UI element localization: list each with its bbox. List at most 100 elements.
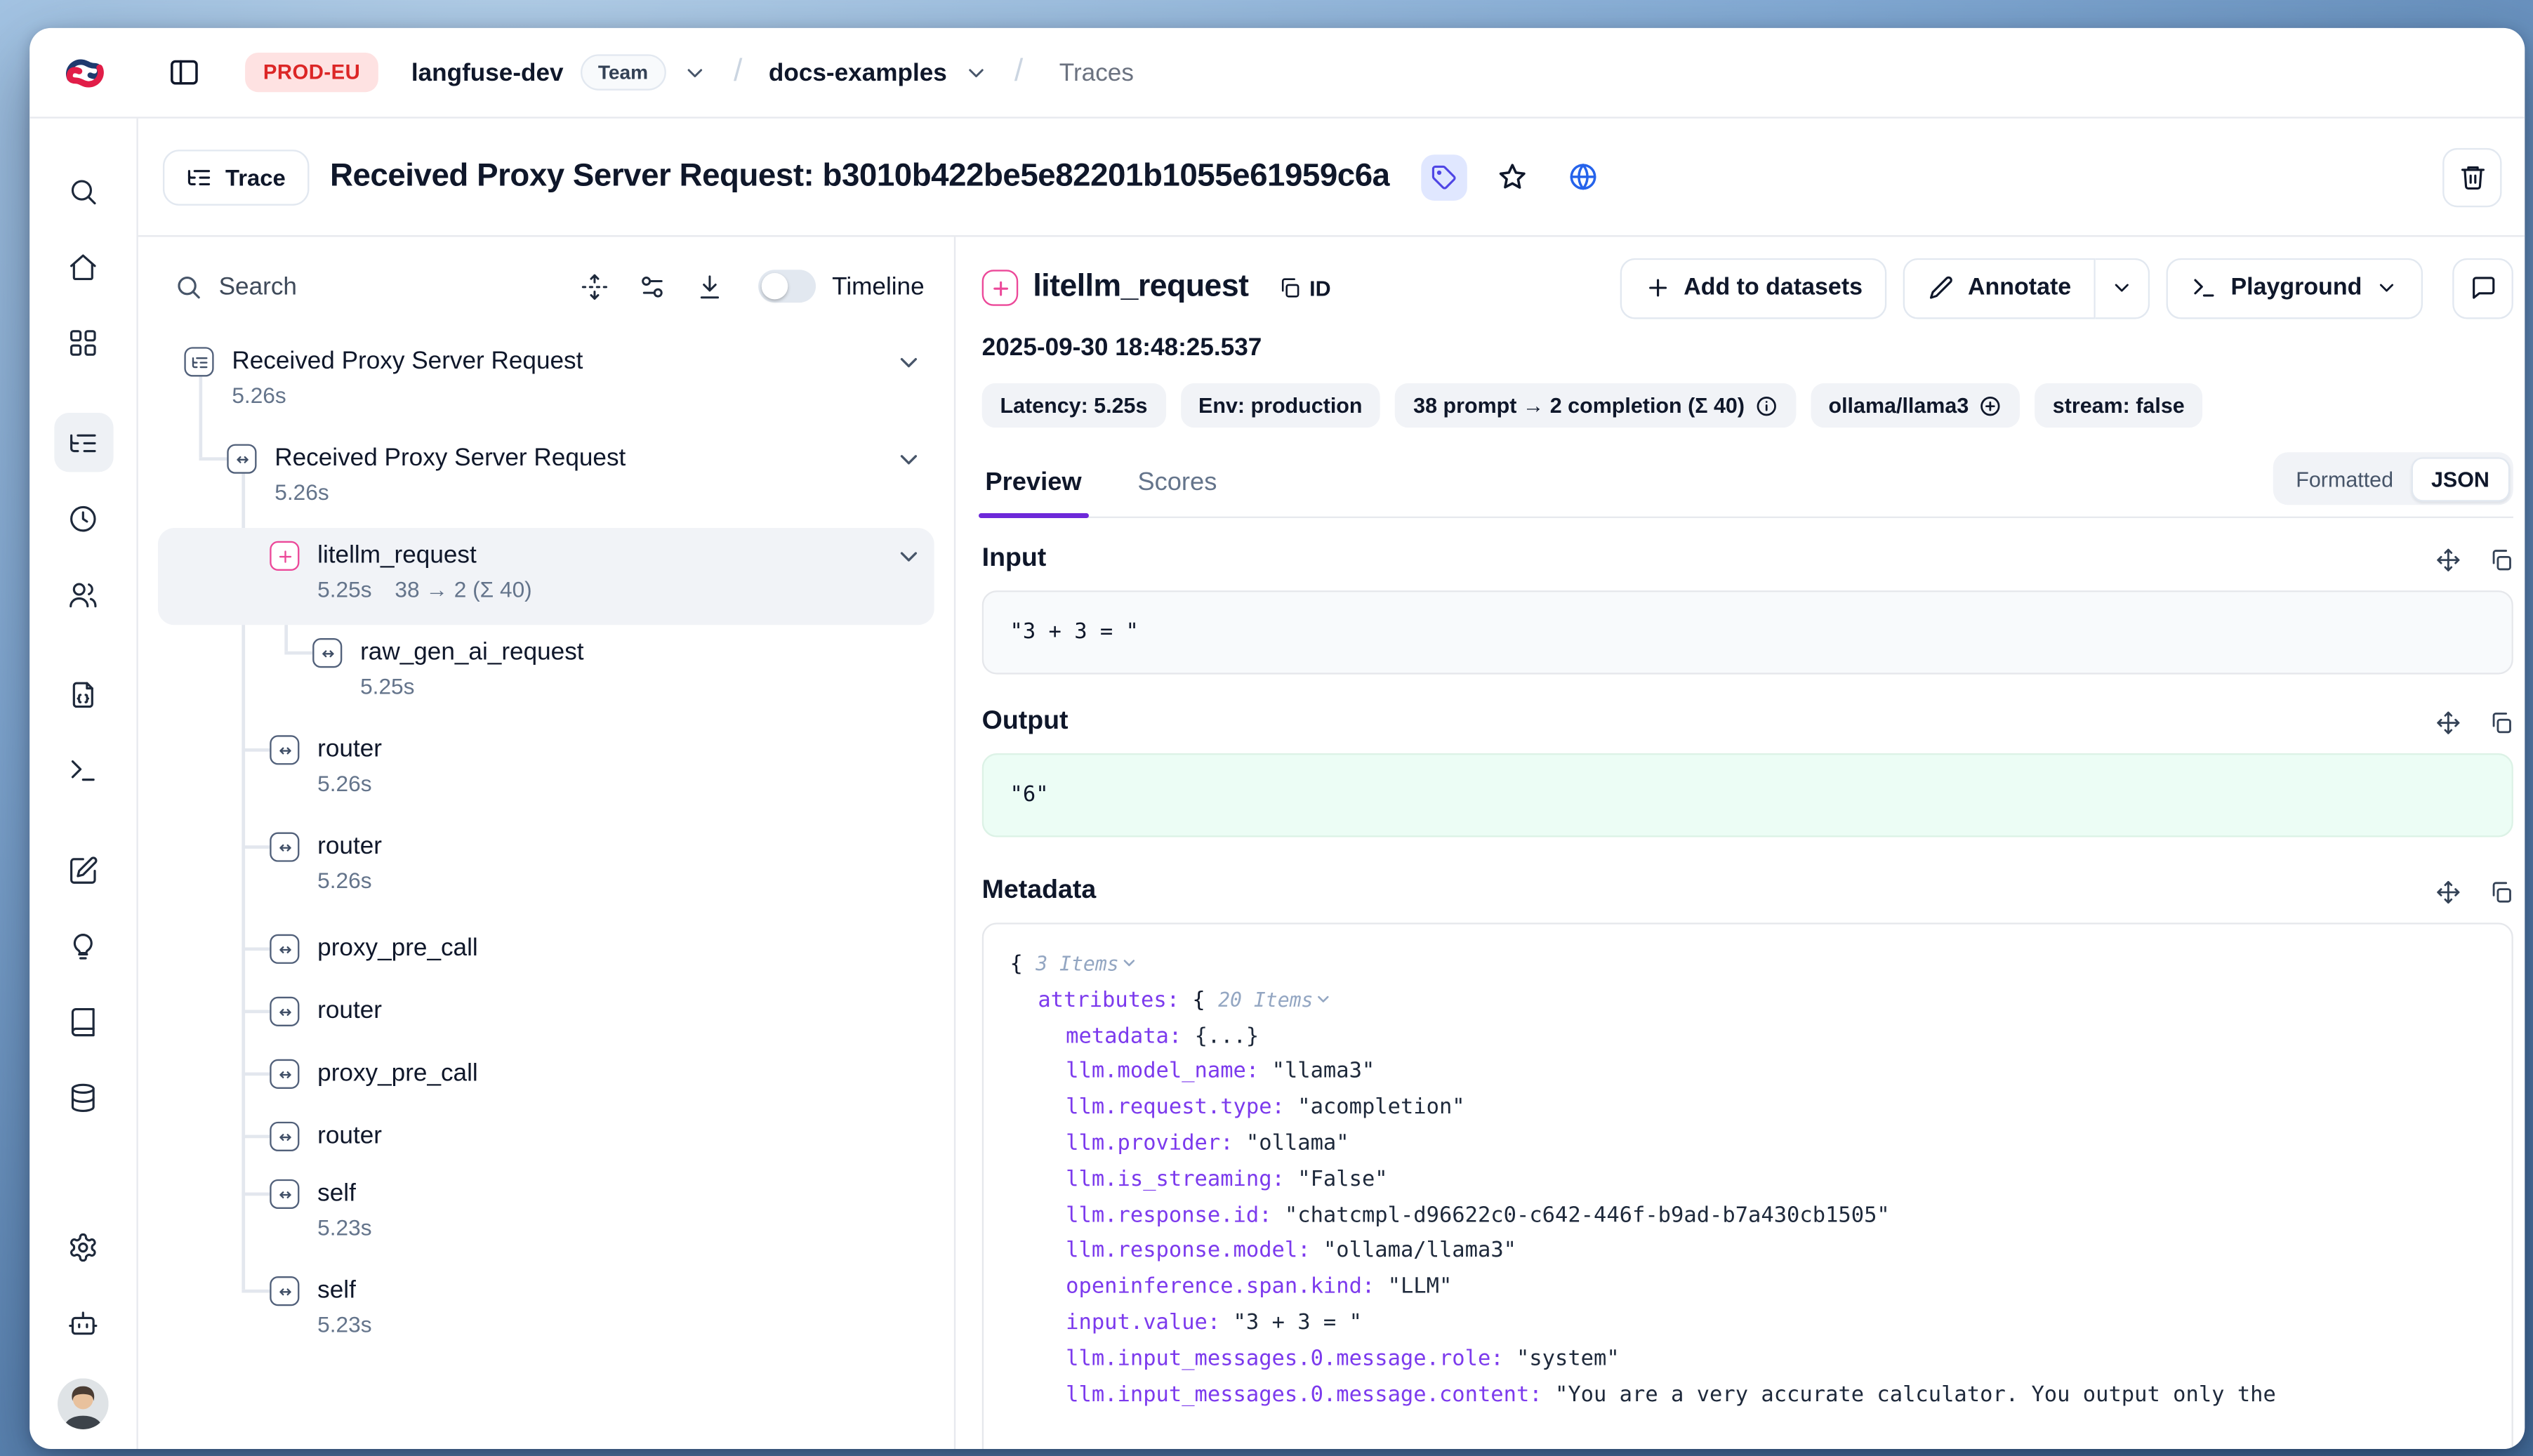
chevron-down-icon	[2375, 277, 2398, 300]
tree-node-self[interactable]: self 5.23s	[158, 1263, 934, 1360]
rail-item-settings[interactable]	[53, 1217, 112, 1276]
tags-button[interactable]	[1421, 154, 1467, 200]
tree-node-title: router	[317, 995, 934, 1028]
user-avatar[interactable]	[58, 1378, 109, 1429]
trace-type-label: Trace	[225, 164, 286, 190]
rail-item-home[interactable]	[53, 237, 112, 296]
tree-node-span[interactable]: Received Proxy Server Request 5.26s	[158, 431, 934, 528]
comments-button[interactable]	[2452, 258, 2513, 319]
expand-collapse-all-button[interactable]	[571, 262, 620, 311]
globe-icon	[1568, 161, 1600, 193]
annotate-dropdown-button[interactable]	[2096, 258, 2150, 319]
chevron-down-icon[interactable]	[895, 349, 923, 377]
span-icon	[270, 997, 299, 1026]
move-icon[interactable]	[2436, 710, 2461, 734]
tree-node-duration: 5.23s	[317, 1210, 934, 1247]
search-icon	[67, 176, 99, 207]
rail-item-sessions[interactable]	[53, 489, 112, 548]
langfuse-logo-icon	[62, 50, 107, 94]
rail-item-playground[interactable]	[53, 740, 112, 799]
metadata-section-header: Metadata	[982, 877, 2513, 906]
json-line[interactable]: { 3 Items	[1010, 947, 2486, 983]
sidebar-toggle-button[interactable]	[163, 51, 206, 94]
avatar-photo	[58, 1378, 109, 1429]
tree-node-router[interactable]: router	[158, 1104, 934, 1166]
tree-node-raw-gen-ai-request[interactable]: raw_gen_ai_request 5.25s	[158, 625, 934, 722]
chevron-down-icon[interactable]	[1315, 990, 1333, 1008]
database-icon	[67, 1081, 99, 1113]
bookmark-button[interactable]	[1488, 152, 1537, 201]
timeline-toggle[interactable]	[758, 270, 816, 303]
move-icon[interactable]	[2436, 879, 2461, 904]
public-share-button[interactable]	[1559, 152, 1608, 201]
chevron-down-icon[interactable]	[682, 60, 707, 85]
json-line[interactable]: metadata: {...}	[1010, 1019, 2486, 1055]
project-name[interactable]: docs-examples	[769, 58, 947, 86]
rail-item-search[interactable]	[53, 161, 112, 220]
input-section-title: Input	[982, 544, 1047, 574]
json-line[interactable]: attributes: { 20 Items	[1010, 984, 2486, 1019]
rail-item-annotation[interactable]	[53, 992, 112, 1051]
app-window: PROD-EU langfuse-dev Team / docs-example…	[29, 28, 2525, 1449]
span-icon	[270, 1059, 299, 1089]
chevron-down-icon[interactable]	[1120, 954, 1139, 972]
tree-node-title: proxy_pre_call	[317, 1057, 934, 1090]
model-badge[interactable]: ollama/llama3	[1811, 383, 2020, 428]
playground-button[interactable]: Playground	[2167, 258, 2423, 319]
observation-tree-panel: Timeline	[138, 237, 955, 1449]
chevron-down-icon[interactable]	[895, 446, 923, 474]
chevron-down-icon[interactable]	[963, 60, 988, 85]
copy-icon[interactable]	[2489, 547, 2513, 571]
unfold-vertical-icon	[581, 272, 609, 300]
rail-item-support[interactable]	[53, 1292, 112, 1351]
annotate-button[interactable]: Annotate	[1904, 258, 2096, 319]
copy-icon[interactable]	[2489, 879, 2513, 904]
tree-node-self[interactable]: self 5.23s	[158, 1166, 934, 1263]
tree-node-duration: 5.26s	[317, 767, 934, 803]
rail-item-datasets[interactable]	[53, 1068, 112, 1127]
delete-trace-button[interactable]	[2442, 147, 2501, 206]
format-option-json[interactable]: JSON	[2412, 456, 2509, 501]
tree-node-router[interactable]: router 5.26s	[158, 819, 934, 916]
tree-node-proxy-pre-call[interactable]: proxy_pre_call	[158, 916, 934, 979]
terminal-icon	[67, 754, 99, 786]
detail-actions: Add to datasets Annotate	[1620, 258, 2513, 319]
chevron-down-icon[interactable]	[895, 543, 923, 571]
tree-node-router[interactable]: router 5.26s	[158, 722, 934, 819]
tree-node-litellm-request-selected[interactable]: litellm_request 5.25s38 → 2 (Σ 40)	[158, 528, 934, 625]
format-option-formatted[interactable]: Formatted	[2277, 458, 2411, 499]
tree-settings-button[interactable]	[628, 262, 677, 311]
tree-search-input[interactable]	[219, 272, 383, 300]
tree-node-trace-root[interactable]: Received Proxy Server Request 5.26s	[158, 334, 934, 431]
stream-badge: stream: false	[2035, 383, 2202, 428]
rail-item-users[interactable]	[53, 564, 112, 623]
format-toggle: Formatted JSON	[2274, 452, 2513, 505]
span-icon	[227, 444, 256, 474]
tree-node-router[interactable]: router	[158, 979, 934, 1041]
tree-node-title: router	[317, 830, 934, 863]
detail-scroll-area[interactable]: Input "3 + 3 = " Output	[982, 518, 2513, 1449]
organization-name[interactable]: langfuse-dev	[411, 58, 564, 86]
tab-scores[interactable]: Scores	[1135, 459, 1220, 517]
copy-icon[interactable]	[2489, 710, 2513, 734]
copy-id-button[interactable]: ID	[1278, 275, 1331, 300]
tree-toolbar: Timeline	[158, 258, 934, 315]
rail-item-prompts[interactable]	[53, 665, 112, 724]
rail-item-evaluation[interactable]	[53, 840, 112, 899]
info-icon[interactable]	[1754, 394, 1778, 417]
tab-preview[interactable]: Preview	[982, 459, 1085, 517]
tree-node-proxy-pre-call[interactable]: proxy_pre_call	[158, 1041, 934, 1104]
rail-item-tracing[interactable]	[53, 413, 112, 472]
tree-node-meta: 5.25s38 → 2 (Σ 40)	[317, 572, 882, 609]
trace-type-badge: Trace	[163, 149, 309, 205]
environment-badge: Env: production	[1180, 383, 1380, 428]
observation-title: litellm_request	[1033, 270, 1248, 306]
move-icon[interactable]	[2436, 547, 2461, 571]
rail-item-insights[interactable]	[53, 916, 112, 975]
terminal-icon	[2191, 274, 2217, 300]
download-button[interactable]	[686, 262, 735, 311]
add-to-datasets-button[interactable]: Add to datasets	[1620, 258, 1887, 319]
span-icon	[270, 832, 299, 861]
breadcrumb-traces-link[interactable]: Traces	[1059, 58, 1134, 86]
rail-item-dashboards[interactable]	[53, 312, 112, 371]
